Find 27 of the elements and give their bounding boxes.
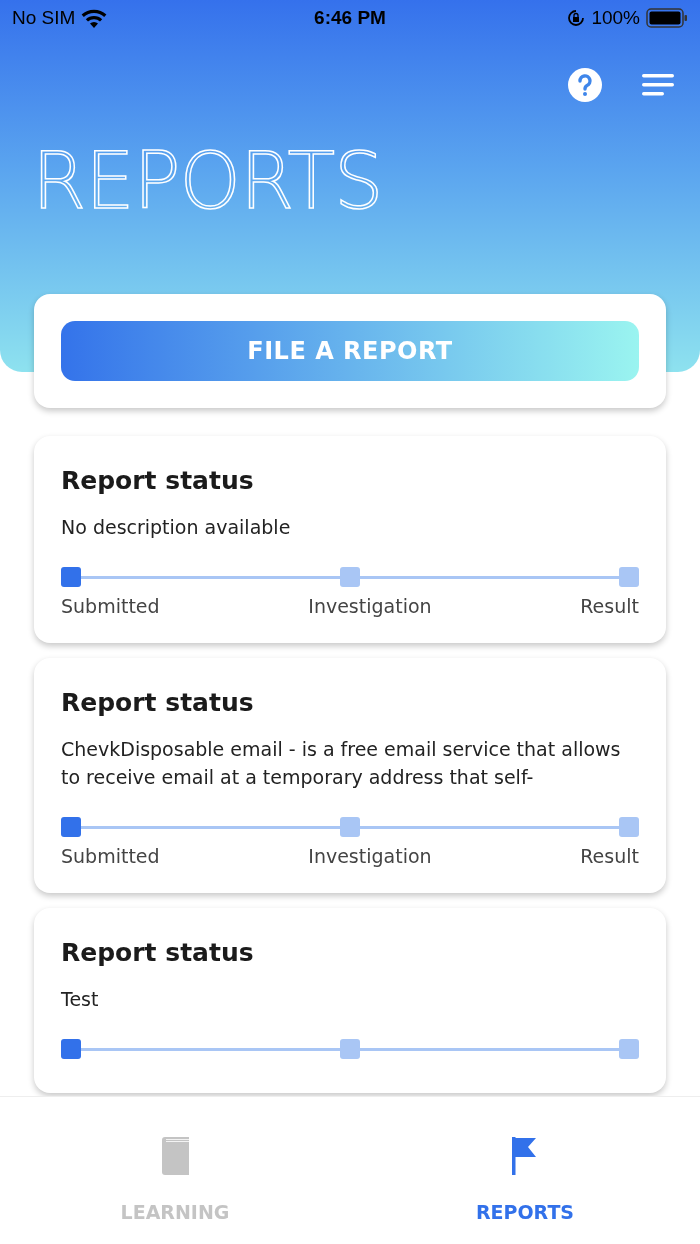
menu-icon[interactable]	[642, 74, 674, 96]
report-title: Report status	[61, 938, 255, 967]
step-label: Result	[580, 845, 639, 867]
report-card[interactable]: Report status No description available Submitted Investigation Result	[34, 436, 666, 643]
report-card[interactable]: Report status Test	[34, 908, 666, 1093]
nav-tab[interactable]: REPORTS	[350, 1097, 700, 1244]
step-label: Submitted	[61, 845, 160, 867]
clock-text: 6:46 PM	[314, 7, 386, 29]
step-label: Result	[580, 595, 639, 617]
report-title: Report status	[61, 688, 255, 717]
report-title: Report status	[61, 466, 255, 495]
page-title: REPORTS	[32, 142, 384, 220]
report-card[interactable]: Report status ChevkDisposable email - is a free email service that allows to receive email at a temporary address that self- Submitted Investigation Result	[34, 658, 666, 893]
report-description: No description available	[61, 515, 292, 540]
carrier-text: No SIM	[12, 7, 76, 29]
step-label: Investigation	[308, 595, 432, 617]
battery-icon	[646, 8, 688, 28]
wifi-icon	[81, 8, 108, 28]
report-description: ChevkDisposable email - is a free email service that allows to receive email at a temporary address that self-	[61, 737, 622, 790]
book-icon	[161, 1137, 189, 1175]
battery-text: 100%	[591, 7, 640, 29]
help-icon[interactable]	[568, 68, 602, 102]
flag-icon	[512, 1137, 538, 1175]
step-label: Submitted	[61, 595, 160, 617]
report-description: Test	[61, 987, 100, 1012]
step-label: Investigation	[308, 845, 432, 867]
rotation-lock-icon	[567, 9, 586, 27]
